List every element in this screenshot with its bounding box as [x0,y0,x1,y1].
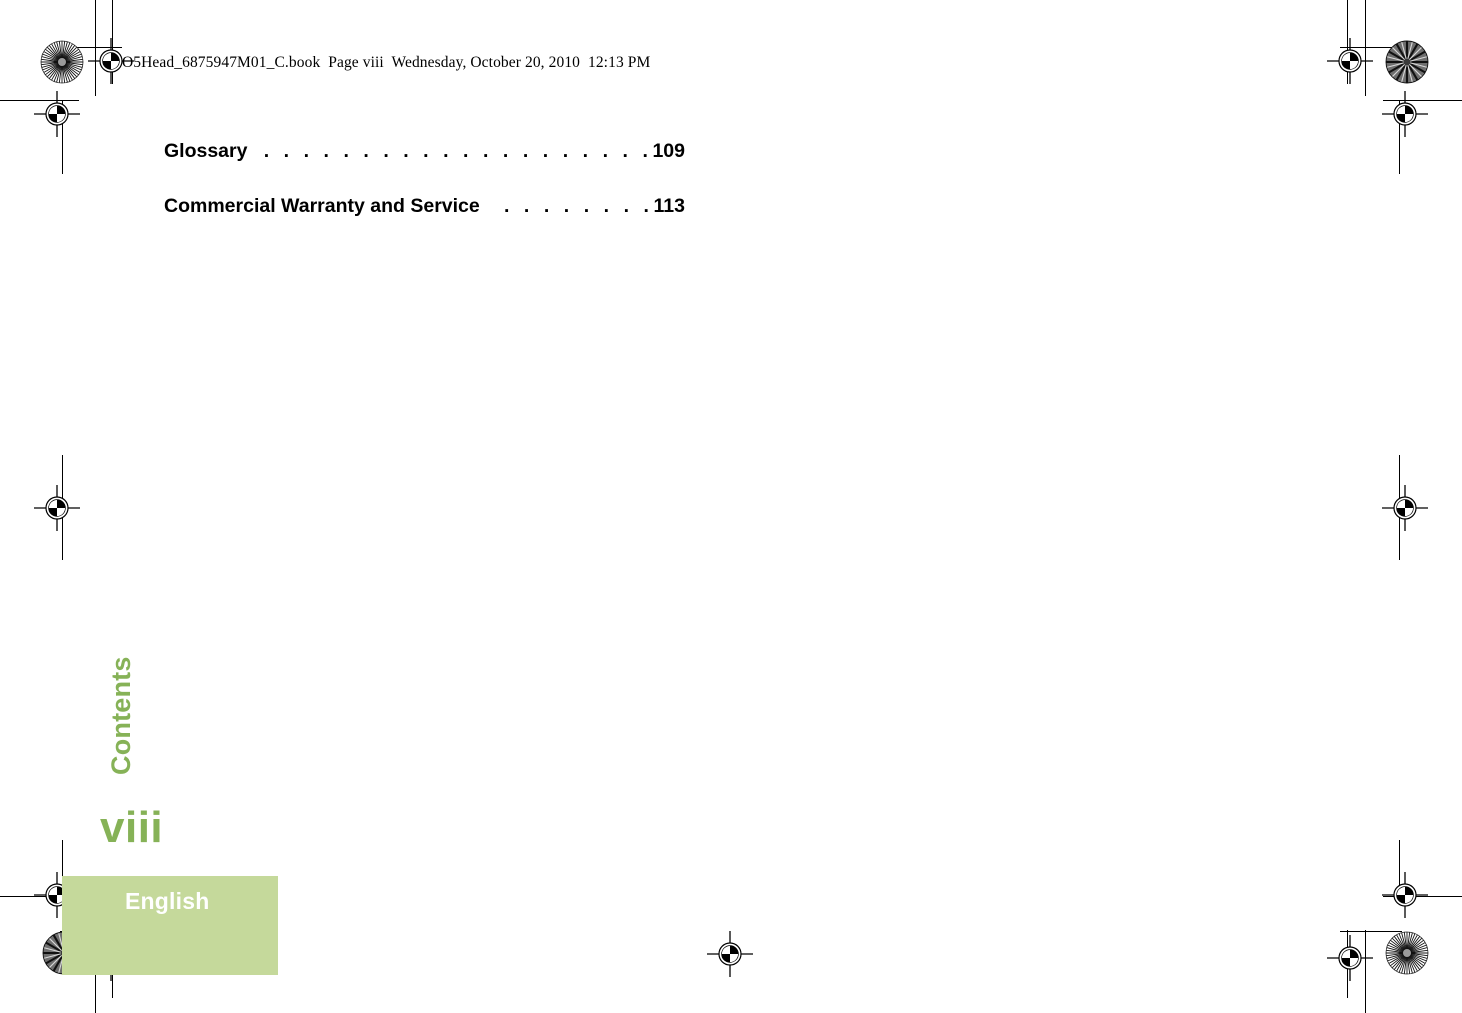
registration-target-icon-top-right-a [1327,38,1373,84]
section-label-contents: Contents [106,656,136,775]
registration-target-icon-bottom-right-b [1327,935,1373,981]
toc-entry-page: 109 [652,140,685,162]
toc-entry-title: Glossary [164,140,248,162]
color-rosette-icon-top-left [40,40,84,84]
registration-target-icon-top-right-b [1382,91,1428,137]
registration-target-icon-bottom-right-a [1382,872,1428,918]
table-of-contents: Glossary . . . . . . . . . . . . . . . .… [164,140,685,250]
registration-target-icon-left-middle [34,485,80,531]
toc-entry-commercial-warranty-and-service[interactable]: Commercial Warranty and Service . . . . … [164,195,685,218]
language-block: English [62,876,278,975]
language-label-english: English [125,888,210,914]
toc-entry-glossary[interactable]: Glossary . . . . . . . . . . . . . . . .… [164,140,685,163]
color-rosette-icon-top-right [1385,40,1429,84]
trim-line-bottom-right-horizontal [1340,931,1402,932]
toc-entry-page: 113 [653,195,685,217]
registration-target-icon-bottom-center [707,931,753,977]
registration-target-icon-top-left-b [34,91,80,137]
printed-page: O5Head_6875947M01_C.book Page viii Wedne… [0,0,1462,1013]
file-header-text: O5Head_6875947M01_C.book Page viii Wedne… [122,54,651,71]
color-rosette-icon-bottom-right [1385,931,1429,975]
toc-leader-dots: . . . . . . . . . . . . . . . . . . . . … [253,140,653,162]
registration-target-icon-right-middle [1382,485,1428,531]
toc-leader-dots: . . . . . . . . [504,195,654,217]
page-number-folio: viii [100,803,164,852]
toc-entry-title: Commercial Warranty and Service [164,195,480,217]
